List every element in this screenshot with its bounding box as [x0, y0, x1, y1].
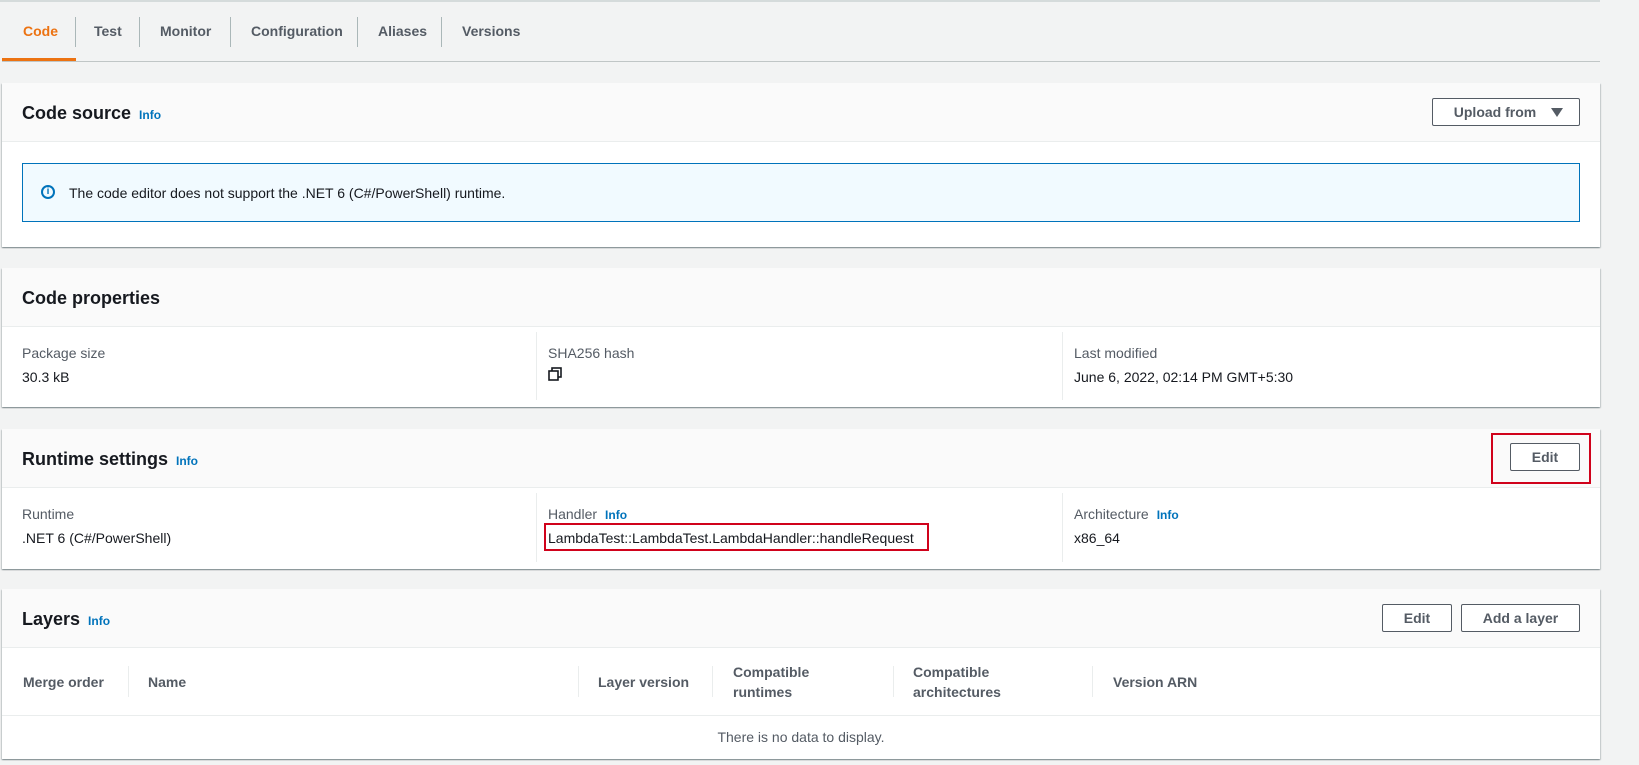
handler-label: Handler	[548, 506, 598, 522]
sha256-label: SHA256 hash	[548, 345, 635, 361]
layers-table-header: Merge order Name Layer version Compatibl…	[2, 648, 1600, 716]
upload-from-label: Upload from	[1453, 104, 1537, 120]
column-divider	[712, 666, 713, 697]
architecture-info-link[interactable]: Info	[1157, 508, 1179, 522]
col-version-arn[interactable]: Version ARN	[1113, 672, 1197, 692]
architecture-value: x86_64	[1074, 530, 1120, 546]
runtime-settings-info-link[interactable]: Info	[176, 454, 198, 468]
handler-highlight	[544, 523, 929, 551]
edit-button-highlight	[1491, 433, 1591, 484]
layers-title-text: Layers	[22, 609, 81, 629]
column-divider	[893, 666, 894, 697]
col-compatible-architectures-line1: Compatible	[913, 664, 990, 680]
top-border	[0, 0, 1600, 2]
col-layer-version[interactable]: Layer version	[598, 672, 689, 692]
column-divider	[578, 666, 579, 697]
architecture-label-row: Architecture Info	[1074, 506, 1179, 522]
tab-monitor[interactable]: Monitor	[160, 14, 211, 61]
active-tab-indicator	[2, 58, 76, 61]
layers-empty-message: There is no data to display.	[717, 729, 885, 745]
code-source-header: Code source Info Upload from	[2, 83, 1600, 142]
layers-title: Layers Info	[22, 609, 110, 630]
column-divider	[1062, 493, 1063, 562]
copy-icon[interactable]	[548, 367, 562, 384]
layers-panel: Layers Info Edit Add a layer Merge order …	[2, 589, 1600, 759]
last-modified-value: June 6, 2022, 02:14 PM GMT+5:30	[1074, 369, 1294, 385]
runtime-value: .NET 6 (C#/PowerShell)	[22, 530, 172, 546]
column-divider	[1062, 332, 1063, 400]
runtime-unsupported-alert: i The code editor does not support the .…	[22, 163, 1580, 222]
code-source-title-text: Code source	[22, 103, 132, 123]
code-properties-header: Code properties	[2, 268, 1600, 327]
runtime-settings-title-text: Runtime settings	[22, 449, 169, 469]
column-divider	[128, 666, 129, 697]
tab-divider	[75, 17, 76, 47]
col-merge-order[interactable]: Merge order	[23, 672, 104, 692]
column-divider	[536, 493, 537, 562]
architecture-label: Architecture	[1074, 506, 1149, 522]
col-compatible-runtimes-line1: Compatible	[733, 664, 810, 680]
runtime-settings-title: Runtime settings Info	[22, 449, 198, 470]
column-divider	[1092, 666, 1093, 697]
tab-divider	[441, 17, 442, 47]
alert-message: The code editor does not support the .NE…	[69, 185, 506, 201]
upload-from-button[interactable]: Upload from	[1432, 98, 1580, 126]
last-modified-field: Last modified June 6, 2022, 02:14 PM GMT…	[1074, 345, 1293, 385]
info-circle-icon: i	[41, 185, 55, 199]
architecture-field: Architecture Info x86_64	[1074, 506, 1179, 546]
col-compatible-architectures-line2: architectures	[913, 684, 1001, 700]
col-compatible-runtimes-line2: runtimes	[733, 684, 793, 700]
layers-info-link[interactable]: Info	[88, 614, 110, 628]
col-compatible-architectures[interactable]: Compatible architectures	[913, 662, 1001, 702]
caret-down-icon	[1551, 108, 1563, 117]
tab-test[interactable]: Test	[94, 14, 122, 61]
code-source-info-link[interactable]: Info	[139, 108, 161, 122]
tab-divider	[357, 17, 358, 47]
runtime-label: Runtime	[22, 506, 75, 522]
runtime-field: Runtime .NET 6 (C#/PowerShell)	[22, 506, 171, 546]
package-size-field: Package size 30.3 kB	[22, 345, 105, 385]
runtime-settings-header: Runtime settings Info Edit	[2, 429, 1600, 488]
tab-configuration[interactable]: Configuration	[251, 14, 343, 61]
layers-edit-button[interactable]: Edit	[1382, 604, 1452, 632]
layers-header: Layers Info Edit Add a layer	[2, 589, 1600, 648]
package-size-label: Package size	[22, 345, 106, 361]
tab-versions[interactable]: Versions	[462, 14, 520, 61]
runtime-settings-panel: Runtime settings Info Edit Runtime .NET 6…	[2, 429, 1600, 569]
tab-divider	[139, 17, 140, 47]
tab-aliases[interactable]: Aliases	[378, 14, 427, 61]
tab-bar: Code Test Monitor Configuration Aliases …	[2, 14, 1600, 62]
column-divider	[536, 332, 537, 400]
code-source-panel: Code source Info Upload from i The code e…	[2, 83, 1600, 247]
sha256-field: SHA256 hash	[548, 345, 634, 384]
code-properties-panel: Code properties Package size 30.3 kB SHA…	[2, 268, 1600, 407]
last-modified-label: Last modified	[1074, 345, 1158, 361]
tab-divider	[230, 17, 231, 47]
code-source-title: Code source Info	[22, 103, 161, 124]
tab-code[interactable]: Code	[23, 14, 58, 61]
package-size-value: 30.3 kB	[22, 369, 70, 385]
col-name[interactable]: Name	[148, 672, 186, 692]
add-layer-button[interactable]: Add a layer	[1461, 604, 1580, 632]
handler-label-row: Handler Info	[548, 506, 914, 522]
code-properties-title: Code properties	[22, 288, 161, 308]
handler-info-link[interactable]: Info	[605, 508, 627, 522]
col-compatible-runtimes[interactable]: Compatible runtimes	[733, 662, 809, 702]
